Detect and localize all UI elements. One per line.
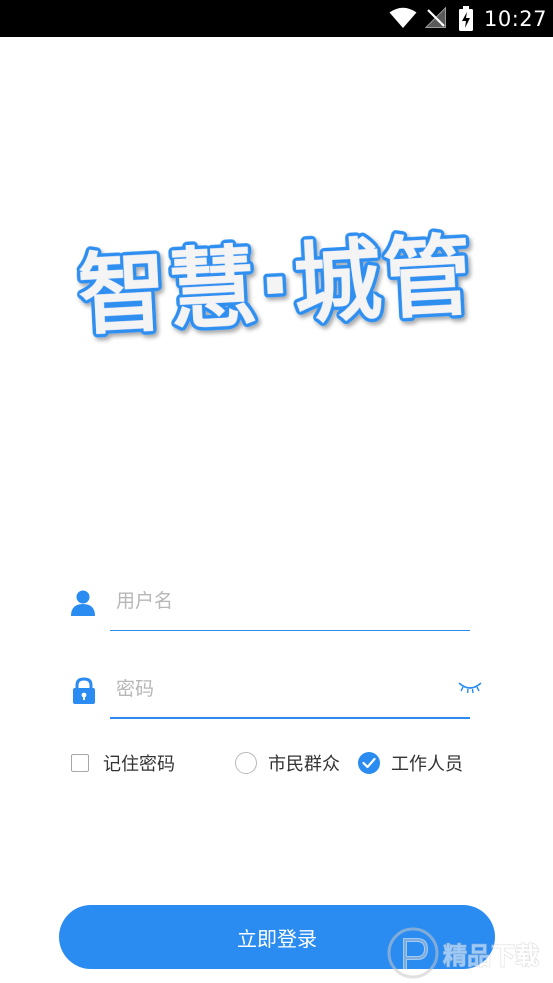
- checkbox-unchecked-icon: [71, 754, 89, 772]
- battery-charging-icon: [459, 6, 473, 31]
- password-underline: [110, 717, 470, 719]
- user-type-citizen-radio[interactable]: 市民群众: [235, 748, 340, 778]
- no-signal-icon: [425, 7, 446, 28]
- login-screen: 10:27 智慧·城管 记住密码: [0, 0, 553, 983]
- remember-password-label: 记住密码: [103, 754, 175, 775]
- lock-icon: [73, 677, 95, 704]
- watermark-logo: 精品下载: [387, 927, 540, 979]
- user-type-staff-label: 工作人员: [391, 754, 463, 775]
- checkmark-icon: [362, 757, 376, 769]
- person-icon: [71, 590, 95, 616]
- status-time: 10:27: [484, 7, 548, 31]
- app-logo-text: 智慧·城管: [76, 226, 476, 346]
- status-bar: 10:27: [0, 0, 553, 37]
- user-type-citizen-label: 市民群众: [268, 754, 340, 775]
- user-type-staff-radio[interactable]: 工作人员: [358, 748, 463, 778]
- password-input[interactable]: [116, 671, 446, 707]
- username-input[interactable]: [116, 583, 446, 619]
- wifi-icon: [389, 7, 417, 28]
- radio-unchecked-icon: [235, 752, 257, 774]
- remember-password-checkbox[interactable]: 记住密码: [71, 748, 175, 778]
- radio-checked-icon: [358, 752, 380, 774]
- app-logo: 智慧·城管: [76, 226, 476, 346]
- watermark-text: 精品下载: [443, 942, 539, 970]
- eye-closed-icon[interactable]: [457, 680, 483, 696]
- username-underline: [110, 630, 470, 631]
